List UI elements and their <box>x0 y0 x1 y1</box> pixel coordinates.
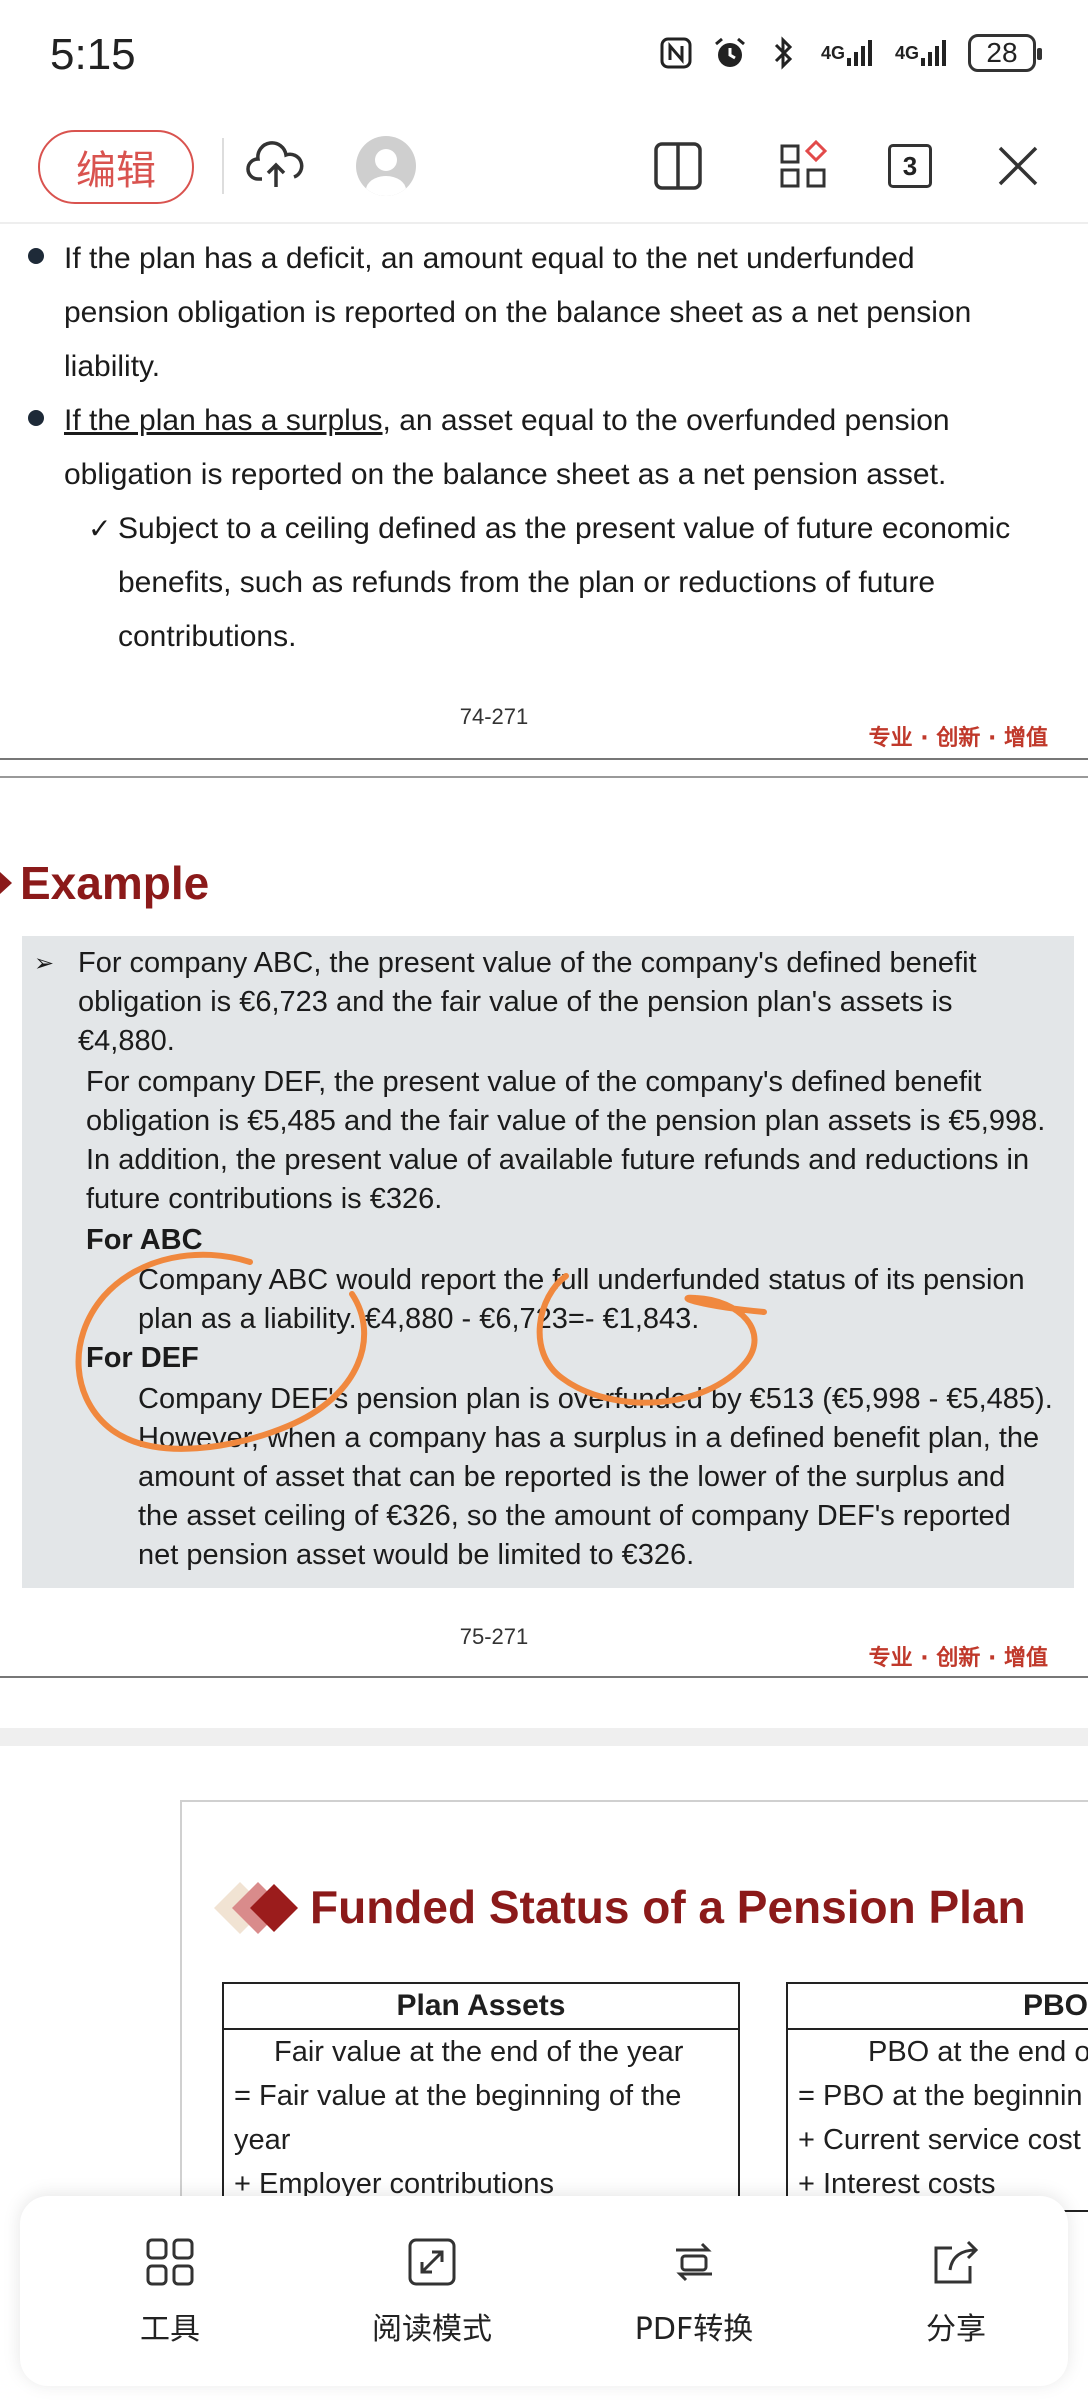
table-row: year <box>234 2124 291 2156</box>
tools-label: 工具 <box>140 2312 200 2347</box>
share-icon <box>934 2240 979 2284</box>
plan-assets-table: Plan Assets Fair value at the end of the… <box>222 1982 740 2212</box>
share-button[interactable]: 分享 <box>856 2236 1056 2348</box>
pdf-convert-icon <box>676 2242 712 2282</box>
plan-assets-header: Plan Assets <box>224 1984 738 2030</box>
table-row: Fair value at the end of the year <box>274 2036 684 2068</box>
bottom-action-bar: 工具 阅读模式 PDF转换 分享 <box>20 2196 1068 2386</box>
reading-mode-button[interactable]: 阅读模式 <box>332 2236 532 2348</box>
tools-icon <box>146 2238 194 2286</box>
brand-tag: 专业 · 创新 · 增值 <box>868 1646 1048 1671</box>
pdf-convert-button[interactable]: PDF转换 <box>594 2236 794 2348</box>
pbo-table: PBO PBO at the end o = PBO at the beginn… <box>786 1982 1088 2212</box>
diamond-logo-icon <box>214 1882 298 1934</box>
expand-icon <box>408 2238 456 2286</box>
pdf-convert-label: PDF转换 <box>634 2312 754 2347</box>
table-row: = Fair value at the beginning of the <box>234 2080 682 2112</box>
reading-mode-label: 阅读模式 <box>372 2312 492 2347</box>
pbo-header: PBO <box>788 1984 1088 2030</box>
table-row: PBO at the end o <box>868 2036 1088 2068</box>
share-label: 分享 <box>926 2312 986 2347</box>
page-gap <box>0 1728 1088 1746</box>
tools-button[interactable]: 工具 <box>70 2236 270 2348</box>
page3-title: Funded Status of a Pension Plan <box>310 1881 1026 1933</box>
table-row: + Current service cost <box>798 2124 1081 2156</box>
page-divider <box>0 1676 1088 1678</box>
table-row: = PBO at the beginnin <box>798 2080 1083 2112</box>
